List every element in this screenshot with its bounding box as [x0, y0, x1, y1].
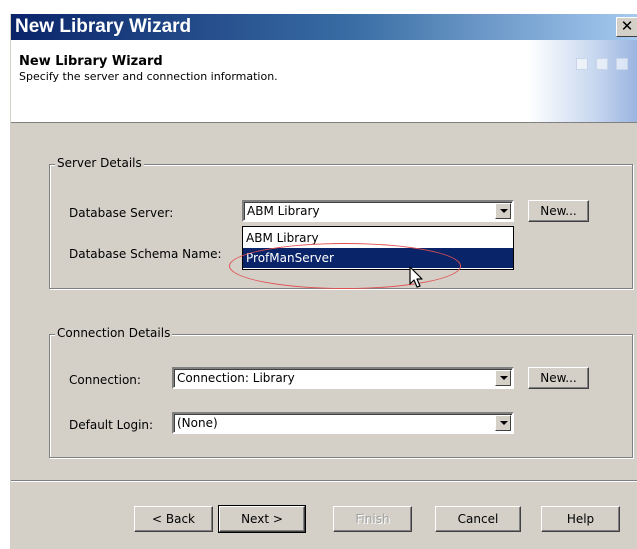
header-subtitle: Specify the server and connection inform…	[19, 70, 278, 83]
database-server-dropdown-list[interactable]: ABM Library ProfManServer	[242, 226, 514, 270]
database-server-label: Database Server:	[69, 206, 174, 220]
help-button-label: Help	[566, 512, 595, 526]
dropdown-option-abm-library[interactable]: ABM Library	[243, 228, 513, 248]
window-title: New Library Wizard	[15, 16, 192, 37]
back-button[interactable]: < Back	[134, 506, 213, 532]
new-server-button-label: New...	[540, 204, 577, 218]
header-graphic	[528, 40, 637, 122]
decor-square	[596, 58, 608, 70]
database-server-combo[interactable]: ABM Library	[242, 200, 514, 222]
decor-square	[616, 58, 628, 70]
database-schema-label: Database Schema Name:	[69, 247, 222, 261]
mouse-pointer-icon	[409, 266, 423, 288]
connection-value: Connection: Library	[177, 371, 295, 385]
new-connection-button-label: New...	[540, 371, 577, 385]
connection-details-group: Connection Details	[49, 326, 633, 458]
wizard-header: New Library Wizard Specify the server an…	[11, 40, 637, 123]
header-title: New Library Wizard	[19, 54, 163, 69]
decor-square	[576, 58, 588, 70]
cancel-button[interactable]: Cancel	[435, 506, 521, 532]
chevron-down-icon[interactable]	[495, 203, 511, 219]
chevron-down-icon[interactable]	[495, 415, 511, 431]
new-server-button[interactable]: New...	[528, 200, 589, 222]
close-button[interactable]: ✕	[616, 17, 637, 37]
back-button-label: < Back	[151, 512, 195, 526]
title-bar: New Library Wizard ✕	[11, 14, 637, 40]
next-button[interactable]: Next >	[218, 505, 306, 533]
footer-separator	[11, 480, 637, 482]
connection-label: Connection:	[69, 373, 141, 387]
finish-button[interactable]: Finish	[333, 506, 412, 532]
chevron-down-icon[interactable]	[495, 370, 511, 386]
default-login-label: Default Login:	[69, 418, 154, 432]
cancel-button-label: Cancel	[457, 512, 499, 526]
new-connection-button[interactable]: New...	[528, 367, 589, 389]
finish-button-label: Finish	[355, 512, 390, 526]
server-details-label: Server Details	[55, 156, 144, 170]
default-login-value: (None)	[177, 416, 218, 430]
connection-details-label: Connection Details	[55, 326, 173, 340]
wizard-window: New Library Wizard ✕ New Library Wizard …	[10, 14, 637, 549]
default-login-combo[interactable]: (None)	[172, 412, 514, 434]
help-button[interactable]: Help	[541, 506, 620, 532]
next-button-label: Next >	[241, 512, 283, 526]
connection-combo[interactable]: Connection: Library	[172, 367, 514, 389]
database-server-value: ABM Library	[247, 204, 320, 218]
close-icon: ✕	[620, 17, 634, 35]
dropdown-option-profmanserver[interactable]: ProfManServer	[243, 248, 513, 268]
